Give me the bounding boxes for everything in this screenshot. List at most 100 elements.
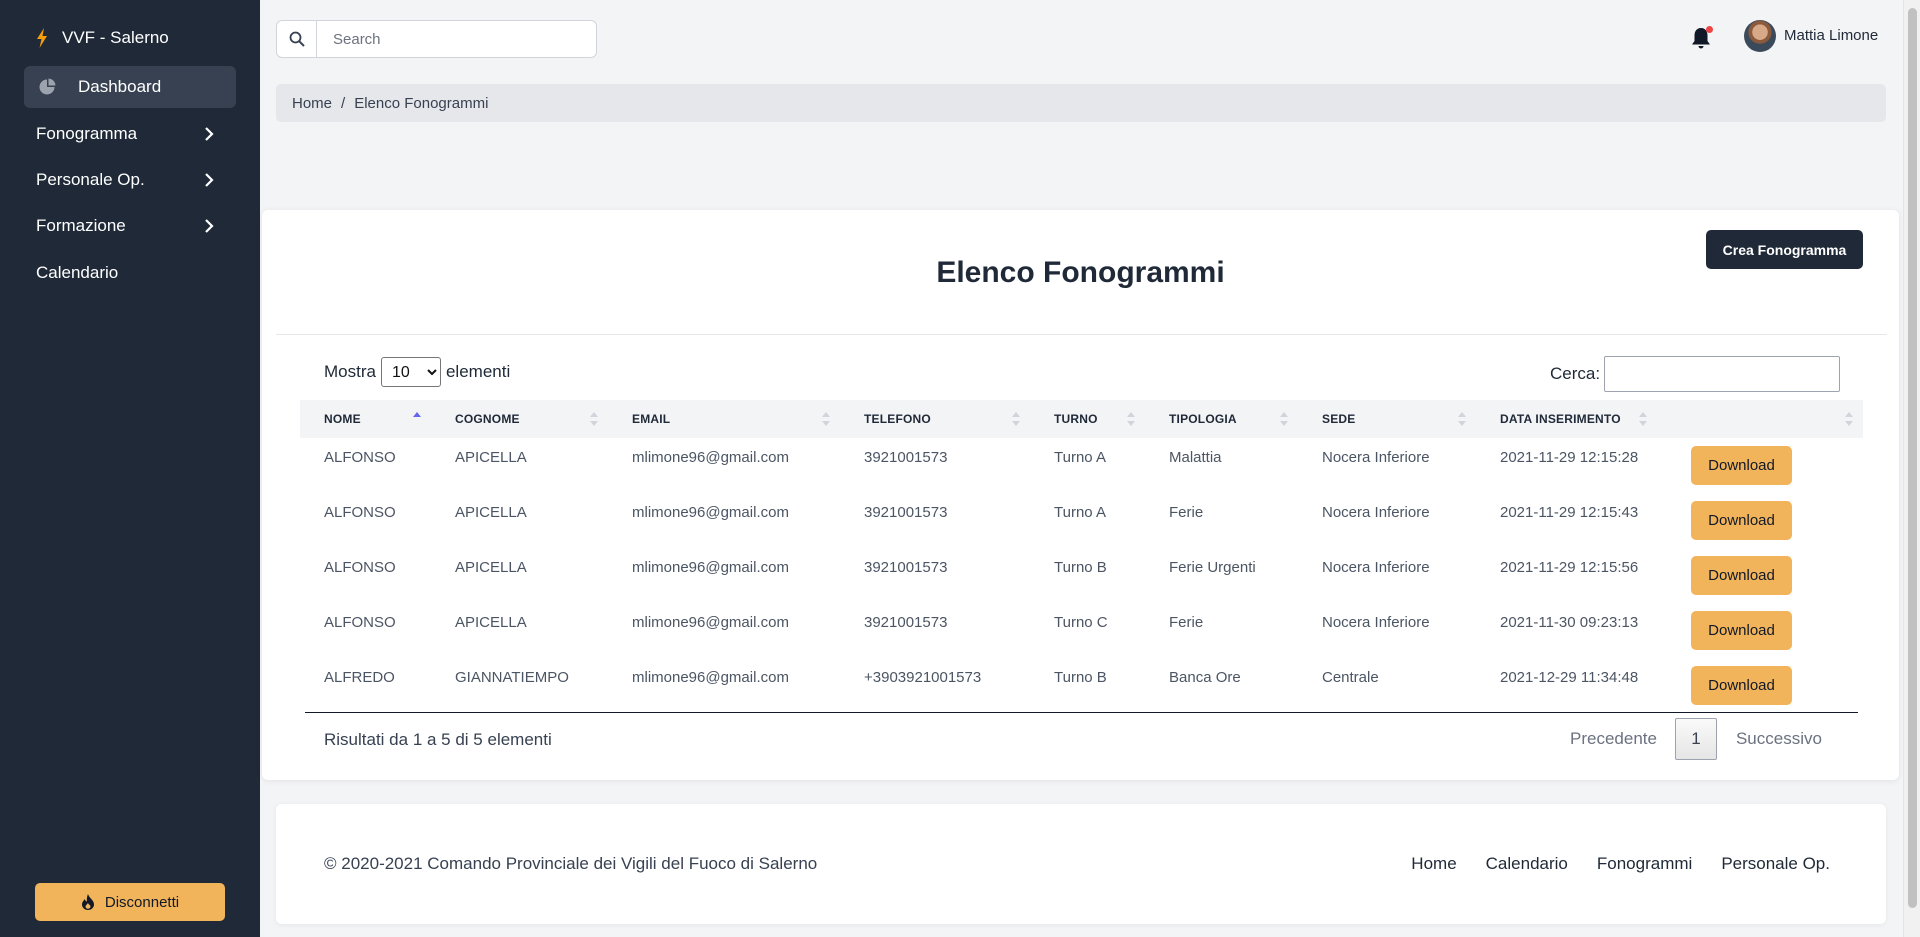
download-button[interactable]: Download — [1691, 446, 1792, 485]
sidebar: VVF - Salerno Dashboard Fonogramma Perso… — [0, 0, 260, 937]
cell-telefono: 3921001573 — [864, 449, 948, 466]
avatar[interactable] — [1744, 20, 1776, 52]
cell-sede: Nocera Inferiore — [1322, 449, 1430, 466]
sort-icon — [1012, 412, 1020, 426]
brand-name: VVF - Salerno — [62, 28, 169, 47]
cell-cognome: APICELLA — [455, 504, 527, 521]
breadcrumb: Home / Elenco Fonogrammi — [276, 84, 1886, 122]
cell-action: Download — [1657, 603, 1863, 658]
sidebar-item-label: Dashboard — [78, 77, 162, 96]
cell-cognome: APICELLA — [455, 559, 527, 576]
cell-sede: Nocera Inferiore — [1322, 614, 1430, 631]
table-row: ALFONSO APICELLA mlimone96@gmail.com 392… — [300, 548, 1863, 603]
column-header-cognome[interactable]: COGNOME — [431, 400, 608, 438]
page-scrollbar[interactable] — [1903, 0, 1920, 937]
cell-sede: Centrale — [1322, 669, 1379, 686]
cell-data: 2021-11-30 09:23:13 — [1500, 614, 1639, 631]
pagination-previous[interactable]: Precedente — [1570, 729, 1657, 749]
cell-telefono: +3903921001573 — [864, 669, 982, 686]
download-button[interactable]: Download — [1691, 556, 1792, 595]
sort-asc-icon — [413, 412, 421, 417]
sidebar-item-fonogramma[interactable]: Fonogramma — [24, 113, 236, 155]
cell-email: mlimone96@gmail.com — [632, 559, 789, 576]
create-fonogramma-button[interactable]: Crea Fonogramma — [1706, 230, 1863, 269]
sidebar-item-label: Calendario — [36, 263, 119, 282]
pagination-next[interactable]: Successivo — [1736, 729, 1822, 749]
column-header-data-inserimento[interactable]: DATA INSERIMENTO — [1476, 400, 1657, 438]
cell-turno: Turno B — [1054, 669, 1107, 686]
column-header-tipologia[interactable]: TIPOLOGIA — [1145, 400, 1298, 438]
footer-links: Home Calendario Fonogrammi Personale Op. — [1411, 854, 1830, 874]
column-header-actions[interactable] — [1657, 400, 1863, 438]
divider — [276, 334, 1887, 335]
cell-tipologia: Banca Ore — [1169, 669, 1241, 686]
cell-nome: ALFREDO — [324, 669, 395, 686]
cell-nome: ALFONSO — [324, 559, 396, 576]
brand[interactable]: VVF - Salerno — [36, 28, 169, 48]
table-row: ALFONSO APICELLA mlimone96@gmail.com 392… — [300, 603, 1863, 658]
fire-icon — [81, 894, 94, 910]
sidebar-item-calendario[interactable]: Calendario — [24, 252, 236, 294]
sort-icon — [1127, 412, 1135, 426]
footer-link-home[interactable]: Home — [1411, 854, 1456, 874]
sidebar-item-dashboard[interactable]: Dashboard — [24, 66, 236, 108]
notification-dot — [1706, 26, 1713, 33]
search-icon[interactable] — [277, 21, 317, 57]
column-header-sede[interactable]: SEDE — [1298, 400, 1476, 438]
cell-turno: Turno A — [1054, 449, 1106, 466]
download-button[interactable]: Download — [1691, 611, 1792, 650]
cell-data: 2021-12-29 11:34:48 — [1500, 669, 1639, 686]
sidebar-item-label: Personale Op. — [36, 170, 145, 189]
cell-turno: Turno C — [1054, 614, 1108, 631]
footer-link-calendario[interactable]: Calendario — [1486, 854, 1568, 874]
column-header-turno[interactable]: TURNO — [1030, 400, 1145, 438]
cell-action: Download — [1657, 548, 1863, 603]
table-info: Risultati da 1 a 5 di 5 elementi — [324, 730, 552, 749]
cell-action: Download — [1657, 658, 1863, 714]
pagination: Precedente 1 Successivo — [1570, 718, 1822, 760]
sort-icon — [590, 412, 598, 426]
lightning-icon — [37, 28, 47, 48]
breadcrumb-home[interactable]: Home — [292, 95, 332, 112]
fonogrammi-card: Elenco Fonogrammi Crea Fonogramma Mostra… — [262, 210, 1899, 780]
fonogrammi-table: NOME COGNOME EMAIL TELEFONO TURNO TIPOLO… — [300, 400, 1863, 714]
sort-icon — [822, 412, 830, 426]
cell-email: mlimone96@gmail.com — [632, 504, 789, 521]
cell-data: 2021-11-29 12:15:43 — [1500, 504, 1639, 521]
sidebar-item-formazione[interactable]: Formazione — [24, 205, 236, 247]
sidebar-item-personale-op[interactable]: Personale Op. — [24, 159, 236, 201]
footer-link-fonogrammi[interactable]: Fonogrammi — [1597, 854, 1692, 874]
sidebar-item-label: Formazione — [36, 216, 126, 235]
breadcrumb-current: Elenco Fonogrammi — [354, 94, 489, 112]
logout-button[interactable]: Disconnetti — [35, 883, 225, 921]
cell-cognome: APICELLA — [455, 614, 527, 631]
column-header-nome[interactable]: NOME — [300, 400, 431, 438]
page-length-control: Mostra 10 elementi — [324, 357, 510, 387]
breadcrumb-separator: / — [341, 94, 346, 112]
column-header-telefono[interactable]: TELEFONO — [840, 400, 1030, 438]
cell-cognome: APICELLA — [455, 449, 527, 466]
search-box — [276, 20, 597, 58]
user-name[interactable]: Mattia Limone — [1784, 27, 1878, 44]
sort-icon — [1845, 412, 1853, 426]
scrollbar-thumb[interactable] — [1908, 8, 1917, 908]
footer-link-personale-op[interactable]: Personale Op. — [1721, 854, 1830, 874]
page-length-select[interactable]: 10 — [380, 357, 441, 387]
copyright: © 2020-2021 Comando Provinciale dei Vigi… — [324, 854, 818, 873]
notification-bell-icon[interactable] — [1690, 26, 1714, 52]
cell-turno: Turno A — [1054, 504, 1106, 521]
table-header-row: NOME COGNOME EMAIL TELEFONO TURNO TIPOLO… — [300, 400, 1863, 438]
download-button[interactable]: Download — [1691, 501, 1792, 540]
pagination-page-1[interactable]: 1 — [1674, 718, 1717, 760]
table-row: ALFONSO APICELLA mlimone96@gmail.com 392… — [300, 493, 1863, 548]
cell-data: 2021-11-29 12:15:28 — [1500, 449, 1639, 466]
cell-email: mlimone96@gmail.com — [632, 449, 789, 466]
column-header-email[interactable]: EMAIL — [608, 400, 840, 438]
filter-input[interactable] — [1604, 356, 1841, 392]
table-row: ALFREDO GIANNATIEMPO mlimone96@gmail.com… — [300, 658, 1863, 714]
cell-telefono: 3921001573 — [864, 614, 948, 631]
search-input[interactable] — [317, 21, 596, 57]
cell-cognome: GIANNATIEMPO — [455, 669, 569, 686]
download-button[interactable]: Download — [1691, 666, 1792, 705]
cell-telefono: 3921001573 — [864, 559, 948, 576]
